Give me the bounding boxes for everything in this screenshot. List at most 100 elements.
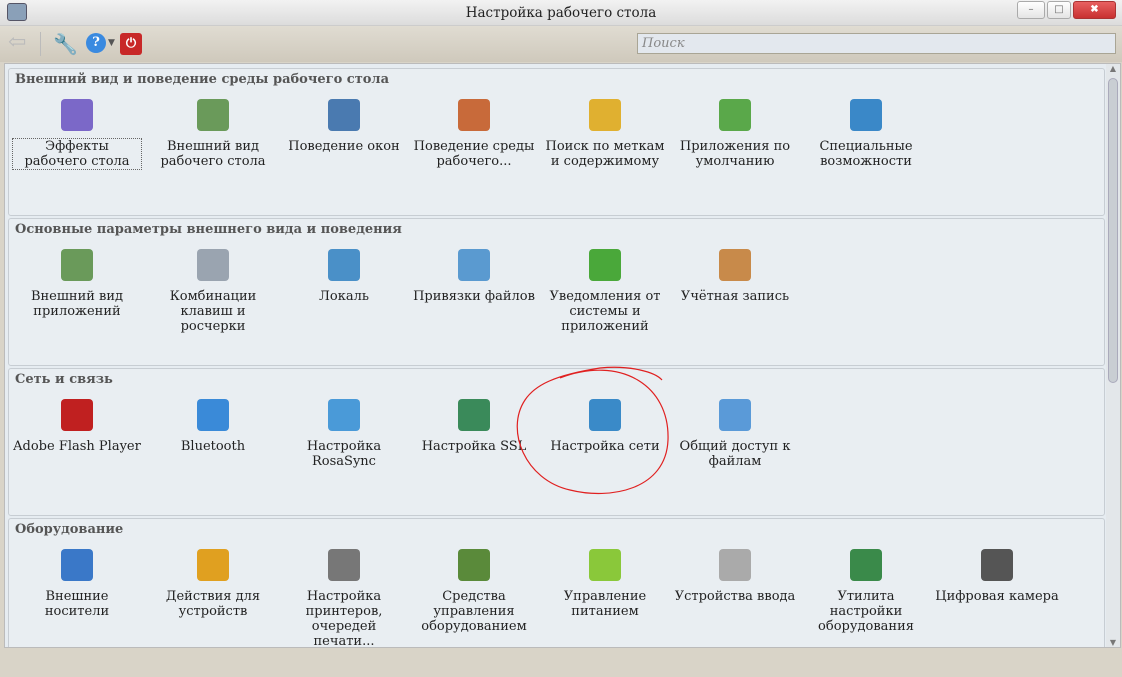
settings-item-label: Специальные возможности xyxy=(819,139,913,169)
desktop-search-icon xyxy=(589,99,621,131)
settings-item[interactable]: Специальные возможности xyxy=(802,99,930,169)
settings-item-label: Внешний вид рабочего стола xyxy=(160,139,266,169)
printer-icon xyxy=(328,549,360,581)
help-dropdown-chevron-icon[interactable]: ▼ xyxy=(108,38,115,48)
settings-item[interactable]: Внешний вид приложений xyxy=(13,249,141,319)
settings-item[interactable]: Adobe Flash Player xyxy=(13,399,141,454)
title-bar: Настройка рабочего стола – □ ✖ xyxy=(0,0,1122,26)
settings-item[interactable]: Настройка RosaSync xyxy=(280,399,408,469)
settings-item-label: Настройка RosaSync xyxy=(306,439,382,469)
settings-item[interactable]: Управление питанием xyxy=(541,549,669,619)
notifications-icon xyxy=(589,249,621,281)
section-title: Сеть и связь xyxy=(15,372,113,387)
settings-item[interactable]: Внешние носители xyxy=(13,549,141,619)
maximize-button[interactable]: □ xyxy=(1047,1,1071,19)
settings-item-label: Локаль xyxy=(319,289,369,304)
minimize-button[interactable]: – xyxy=(1017,1,1045,19)
settings-item[interactable]: Утилита настройки оборудования xyxy=(802,549,930,634)
close-button[interactable]: ✖ xyxy=(1073,1,1116,19)
settings-item-label: Настройка принтеров, очередей печати... xyxy=(305,589,383,648)
settings-item[interactable]: Цифровая камера xyxy=(933,549,1061,604)
settings-item-label: Управление питанием xyxy=(563,589,647,619)
settings-item[interactable]: Приложения по умолчанию xyxy=(671,99,799,169)
settings-item-label: Приложения по умолчанию xyxy=(679,139,791,169)
scroll-up-arrow-icon[interactable]: ▲ xyxy=(1106,64,1120,73)
section-1: Основные параметры внешнего вида и повед… xyxy=(8,218,1105,366)
settings-item[interactable]: Настройка сети xyxy=(541,399,669,454)
settings-item[interactable]: Эффекты рабочего стола xyxy=(12,99,142,170)
scrollbar-thumb[interactable] xyxy=(1108,78,1118,383)
workspace-appearance-icon xyxy=(197,99,229,131)
wrench-icon[interactable]: 🔧 xyxy=(53,33,78,55)
settings-item-label: Внешние носители xyxy=(44,589,110,619)
settings-item[interactable]: Комбинации клавиш и росчерки xyxy=(149,249,277,334)
shortcuts-icon xyxy=(197,249,229,281)
settings-item[interactable]: Привязки файлов xyxy=(410,249,538,304)
network-globe-icon xyxy=(589,399,621,431)
workspace-behavior-icon xyxy=(458,99,490,131)
settings-item[interactable]: Устройства ввода xyxy=(671,549,799,604)
camera-icon xyxy=(981,549,1013,581)
desktop-effects-icon xyxy=(61,99,93,131)
settings-item-label: Настройка SSL xyxy=(421,439,527,454)
settings-item-label: Поведение среды рабочего... xyxy=(413,139,535,169)
settings-item[interactable]: Настройка принтеров, очередей печати... xyxy=(280,549,408,648)
accessibility-icon xyxy=(850,99,882,131)
settings-item[interactable]: Средства управления оборудованием xyxy=(410,549,538,634)
system-settings-window: Настройка рабочего стола – □ ✖ ⇦ 🔧 ? ▼ ⏻… xyxy=(0,0,1122,677)
hardware-utility-icon xyxy=(850,549,882,581)
settings-item-label: Adobe Flash Player xyxy=(13,439,141,454)
window-behavior-icon xyxy=(328,99,360,131)
settings-item-label: Общий доступ к файлам xyxy=(679,439,791,469)
section-title: Основные параметры внешнего вида и повед… xyxy=(15,222,402,237)
settings-panel: ▲ ▼ Внешний вид и поведение среды рабоче… xyxy=(4,63,1121,648)
settings-item[interactable]: Уведомления от системы и приложений xyxy=(541,249,669,334)
settings-item-label: Внешний вид приложений xyxy=(30,289,124,319)
file-associations-icon xyxy=(458,249,490,281)
search-input[interactable]: Поиск xyxy=(637,33,1116,54)
settings-item-label: Средства управления оборудованием xyxy=(421,589,527,634)
scroll-down-arrow-icon[interactable]: ▼ xyxy=(1106,638,1120,647)
settings-item[interactable]: Bluetooth xyxy=(149,399,277,454)
section-title: Оборудование xyxy=(15,522,124,537)
vertical-scrollbar[interactable]: ▲ ▼ xyxy=(1106,64,1120,647)
hardware-manager-icon xyxy=(458,549,490,581)
settings-item-label: Уведомления от системы и приложений xyxy=(549,289,661,334)
settings-item[interactable]: Общий доступ к файлам xyxy=(671,399,799,469)
settings-item-label: Устройства ввода xyxy=(674,589,796,604)
settings-item-label: Цифровая камера xyxy=(935,589,1059,604)
bluetooth-icon xyxy=(197,399,229,431)
settings-item-label: Поведение окон xyxy=(288,139,400,154)
settings-item[interactable]: Учётная запись xyxy=(671,249,799,304)
device-actions-icon xyxy=(197,549,229,581)
settings-item-label: Поиск по меткам и содержимому xyxy=(545,139,665,169)
settings-item[interactable]: Поиск по меткам и содержимому xyxy=(541,99,669,169)
battery-icon xyxy=(589,549,621,581)
app-appearance-icon xyxy=(61,249,93,281)
flash-icon xyxy=(61,399,93,431)
settings-item[interactable]: Поведение окон xyxy=(280,99,408,154)
settings-item[interactable]: Действия для устройств xyxy=(149,549,277,619)
file-sharing-icon xyxy=(719,399,751,431)
locale-icon xyxy=(328,249,360,281)
power-quit-icon[interactable]: ⏻ xyxy=(120,33,142,55)
section-title: Внешний вид и поведение среды рабочего с… xyxy=(15,72,390,87)
ssl-icon xyxy=(458,399,490,431)
user-account-icon xyxy=(719,249,751,281)
section-3: Оборудование Внешние носители Действия для… xyxy=(8,518,1105,648)
section-0: Внешний вид и поведение среды рабочего с… xyxy=(8,68,1105,216)
settings-item-label: Настройка сети xyxy=(550,439,660,454)
settings-item-label: Учётная запись xyxy=(680,289,790,304)
settings-item-label: Bluetooth xyxy=(180,439,246,454)
keyboard-icon xyxy=(719,549,751,581)
toolbar-separator xyxy=(40,32,41,56)
settings-item-label: Утилита настройки оборудования xyxy=(818,589,914,634)
settings-item[interactable]: Локаль xyxy=(280,249,408,304)
settings-item-label: Привязки файлов xyxy=(413,289,535,304)
back-arrow-icon[interactable]: ⇦ xyxy=(8,32,30,55)
settings-item[interactable]: Поведение среды рабочего... xyxy=(410,99,538,169)
settings-item[interactable]: Внешний вид рабочего стола xyxy=(149,99,277,169)
help-icon[interactable]: ? xyxy=(86,33,106,53)
settings-item[interactable]: Настройка SSL xyxy=(410,399,538,454)
section-2: Сеть и связь Adobe Flash Player Bluetooth Н… xyxy=(8,368,1105,516)
